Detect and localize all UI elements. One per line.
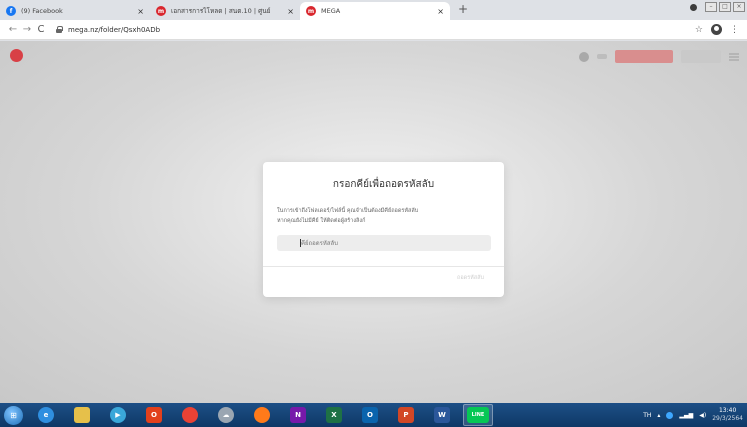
globe-icon (579, 51, 589, 62)
dialog-description-line: หากคุณยังไม่มีคีย์ ให้ติดต่อผู้สร้างลิงก… (277, 218, 366, 224)
office-icon: O (146, 407, 162, 423)
bookmark-star-icon[interactable]: ☆ (695, 25, 703, 35)
mega-icon: m (306, 6, 316, 16)
window-controls: – □ × (690, 2, 745, 12)
url-text: mega.nz/folder/Qsxh0ADb (68, 25, 161, 34)
reload-icon[interactable]: C (34, 24, 48, 35)
volume-icon[interactable]: ◀) (699, 412, 706, 419)
taskbar-app-firefox[interactable] (247, 404, 277, 426)
dialog-title: กรอกคีย์เพื่อถอดรหัสลับ (332, 179, 435, 190)
tab-title: (9) Facebook (21, 7, 63, 15)
text-caret (300, 239, 301, 247)
mega-icon: m (156, 6, 166, 16)
taskbar-app-excel[interactable]: X (319, 404, 349, 426)
taskbar-app-internet-explorer[interactable]: e (31, 404, 61, 426)
internet-explorer-icon: e (38, 407, 54, 423)
windows-taskbar: ⊞ e ▶ O ☁ N X O P W LINE TH ▴ ▂▄▆ ◀) 13:40 29/3/2… (0, 403, 747, 427)
tab-facebook[interactable]: f (9) Facebook × (0, 2, 150, 20)
excel-icon: X (326, 407, 342, 423)
taskbar-apps: e ▶ O ☁ N X O P W LINE (31, 404, 499, 426)
browser-tab-strip: f (9) Facebook × m เอกสารการไโหลด | สนต.… (0, 0, 747, 20)
taskbar-app-word[interactable]: W (427, 404, 457, 426)
new-tab-button[interactable]: + (450, 0, 476, 20)
line-icon: LINE (467, 407, 489, 423)
taskbar-app-cloud-app[interactable]: ☁ (211, 404, 241, 426)
outlook-icon: O (362, 407, 378, 423)
input-language[interactable]: TH (643, 412, 651, 419)
tab-close-icon[interactable]: × (437, 7, 444, 16)
word-icon: W (434, 407, 450, 423)
dialog-divider (263, 266, 504, 267)
facebook-icon: f (6, 6, 16, 16)
tab-close-icon[interactable]: × (287, 7, 294, 16)
taskbar-app-onenote[interactable]: N (283, 404, 313, 426)
media-player-icon: ▶ (110, 407, 126, 423)
chrome-icon (182, 407, 198, 423)
taskbar-app-powerpoint[interactable]: P (391, 404, 421, 426)
taskbar-app-file-explorer[interactable] (67, 404, 97, 426)
onenote-icon: N (290, 407, 306, 423)
clock-time: 13:40 (718, 407, 737, 414)
back-arrow-icon[interactable]: ← (6, 24, 20, 35)
taskbar-app-outlook[interactable]: O (355, 404, 385, 426)
more-menu-icon[interactable]: ⋮ (730, 25, 739, 35)
decryption-key-input[interactable] (277, 235, 491, 251)
tab-close-icon[interactable]: × (137, 7, 144, 16)
tray-chevron-icon[interactable]: ▴ (657, 412, 660, 419)
login-button (681, 50, 721, 63)
start-button[interactable]: ⊞ (4, 405, 23, 425)
network-icon[interactable] (666, 411, 674, 419)
minimize-button[interactable]: – (705, 2, 717, 12)
tab-title: MEGA (321, 7, 341, 15)
dialog-description-line: ในการเข้าถึงโฟลเดอร์/ไฟล์นี้ คุณจำเป็นต้… (277, 208, 419, 214)
system-tray: TH ▴ ▂▄▆ ◀) 13:40 29/3/2564 (643, 403, 743, 427)
decrypt-button[interactable]: ถอดรหัสลับ (457, 274, 484, 282)
decryption-key-dialog: กรอกคีย์เพื่อถอดรหัสลับ ในการเข้าถึงโฟลเ… (263, 162, 504, 297)
tab-title: เอกสารการไโหลด | สนต.10 | ศูนย์ (171, 7, 271, 15)
firefox-icon (254, 407, 270, 423)
page-viewport: กรอกคีย์เพื่อถอดรหัสลับ ในการเข้าถึงโฟลเ… (0, 41, 747, 403)
maximize-button[interactable]: □ (719, 2, 731, 12)
browser-toolbar: ← → C mega.nz/folder/Qsxh0ADb ☆ ⋮ (0, 20, 747, 40)
taskbar-app-line[interactable]: LINE (463, 404, 493, 426)
record-icon (690, 3, 697, 11)
address-bar[interactable]: mega.nz/folder/Qsxh0ADb (56, 26, 695, 34)
hamburger-menu-icon (729, 52, 739, 61)
header-actions (579, 50, 739, 63)
taskbar-app-media-player[interactable]: ▶ (103, 404, 133, 426)
file-explorer-icon (74, 407, 90, 423)
taskbar-app-chrome[interactable] (175, 404, 205, 426)
profile-avatar-icon[interactable] (711, 24, 722, 35)
clock-date: 29/3/2564 (712, 415, 743, 422)
tab-documents[interactable]: m เอกสารการไโหลด | สนต.10 | ศูนย์ × (150, 2, 300, 20)
close-window-button[interactable]: × (733, 2, 745, 12)
tab-mega[interactable]: m MEGA × (300, 2, 450, 20)
language-selector (597, 54, 607, 59)
signup-button (615, 50, 673, 63)
lock-icon (56, 26, 63, 33)
signal-bars-icon[interactable]: ▂▄▆ (679, 412, 693, 419)
forward-arrow-icon[interactable]: → (20, 24, 34, 35)
mega-logo-icon (10, 49, 23, 62)
taskbar-app-office[interactable]: O (139, 404, 169, 426)
clock[interactable]: 13:40 29/3/2564 (712, 407, 743, 423)
cloud-app-icon: ☁ (218, 407, 234, 423)
powerpoint-icon: P (398, 407, 414, 423)
dialog-description: ในการเข้าถึงโฟลเดอร์/ไฟล์นี้ คุณจำเป็นต้… (277, 206, 492, 226)
